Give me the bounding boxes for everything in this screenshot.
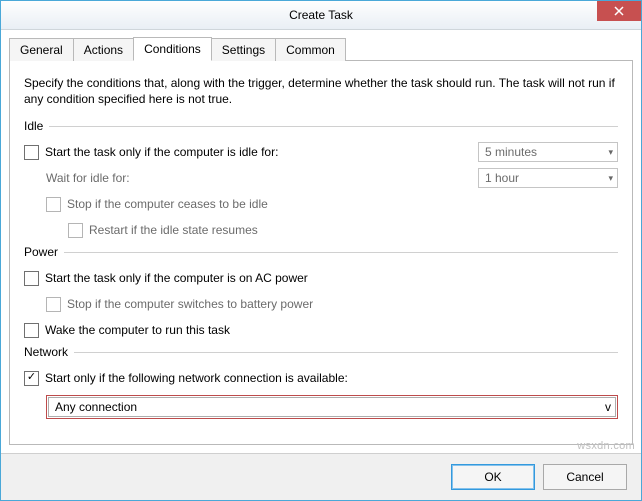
tab-actions[interactable]: Actions bbox=[73, 38, 134, 61]
checkbox-wake[interactable] bbox=[24, 323, 39, 338]
chevron-down-icon: ▾ bbox=[608, 173, 613, 184]
description-text: Specify the conditions that, along with … bbox=[24, 75, 618, 107]
dropdown-idle-wait[interactable]: 1 hour ▾ bbox=[478, 168, 618, 188]
cancel-button[interactable]: Cancel bbox=[543, 464, 627, 490]
tabstrip: General Actions Conditions Settings Comm… bbox=[1, 30, 641, 60]
tab-settings[interactable]: Settings bbox=[211, 38, 276, 61]
network-connection-value: Any connection bbox=[55, 400, 137, 414]
checkbox-start-if-idle[interactable] bbox=[24, 145, 39, 160]
section-power: Power bbox=[24, 245, 618, 259]
checkbox-stop-if-not-idle[interactable] bbox=[46, 197, 61, 212]
label-wake: Wake the computer to run this task bbox=[45, 323, 230, 337]
network-header: Network bbox=[24, 345, 74, 359]
row-stop-on-battery: Stop if the computer switches to battery… bbox=[46, 293, 618, 315]
chevron-down-icon: v bbox=[605, 400, 611, 414]
row-stop-if-not-idle: Stop if the computer ceases to be idle bbox=[46, 193, 618, 215]
label-stop-if-not-idle: Stop if the computer ceases to be idle bbox=[67, 197, 268, 211]
row-restart-idle: Restart if the idle state resumes bbox=[68, 219, 618, 241]
checkbox-restart-idle[interactable] bbox=[68, 223, 83, 238]
checkbox-ac-only[interactable] bbox=[24, 271, 39, 286]
window-title: Create Task bbox=[289, 8, 353, 22]
label-start-if-net: Start only if the following network conn… bbox=[45, 371, 348, 385]
close-button[interactable] bbox=[597, 1, 641, 21]
tab-general[interactable]: General bbox=[9, 38, 74, 61]
label-stop-on-battery: Stop if the computer switches to battery… bbox=[67, 297, 313, 311]
label-wait-for-idle: Wait for idle for: bbox=[46, 171, 321, 185]
label-restart-idle: Restart if the idle state resumes bbox=[89, 223, 258, 237]
row-start-if-net: Start only if the following network conn… bbox=[24, 367, 618, 389]
idle-duration-value: 5 minutes bbox=[485, 145, 537, 159]
tab-conditions[interactable]: Conditions bbox=[133, 37, 212, 61]
tab-common[interactable]: Common bbox=[275, 38, 346, 61]
checkbox-start-if-net[interactable] bbox=[24, 371, 39, 386]
create-task-window: Create Task General Actions Conditions S… bbox=[0, 0, 642, 501]
chevron-down-icon: ▾ bbox=[608, 147, 613, 158]
idle-wait-value: 1 hour bbox=[485, 171, 519, 185]
titlebar: Create Task bbox=[1, 1, 641, 30]
checkbox-stop-on-battery[interactable] bbox=[46, 297, 61, 312]
close-icon bbox=[614, 6, 624, 16]
dialog-footer: OK Cancel bbox=[1, 453, 641, 500]
row-wake: Wake the computer to run this task bbox=[24, 319, 618, 341]
idle-header: Idle bbox=[24, 119, 49, 133]
row-wait-for-idle: Wait for idle for: 1 hour ▾ bbox=[46, 167, 618, 189]
row-ac-only: Start the task only if the computer is o… bbox=[24, 267, 618, 289]
dropdown-idle-duration[interactable]: 5 minutes ▾ bbox=[478, 142, 618, 162]
power-header: Power bbox=[24, 245, 64, 259]
row-start-if-idle: Start the task only if the computer is i… bbox=[24, 141, 618, 163]
dropdown-network-connection[interactable]: Any connection v bbox=[48, 397, 616, 417]
label-start-if-idle: Start the task only if the computer is i… bbox=[45, 145, 278, 159]
ok-button[interactable]: OK bbox=[451, 464, 535, 490]
network-combo-highlight: Any connection v bbox=[46, 395, 618, 419]
label-ac-only: Start the task only if the computer is o… bbox=[45, 271, 308, 285]
section-idle: Idle bbox=[24, 119, 618, 133]
conditions-panel: Specify the conditions that, along with … bbox=[9, 60, 633, 445]
section-network: Network bbox=[24, 345, 618, 359]
